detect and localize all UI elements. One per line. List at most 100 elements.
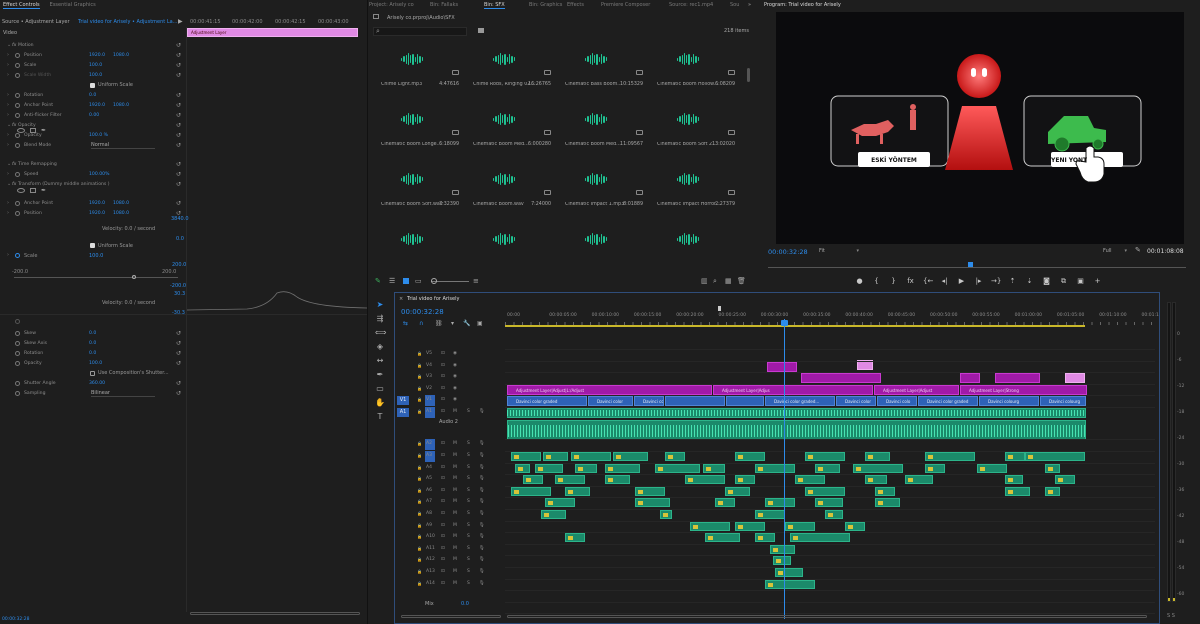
ec-row[interactable]: Skew Axis 0.0 ↺ xyxy=(0,338,185,348)
sync-lock-icon[interactable]: ⊡ xyxy=(441,557,445,562)
automate-icon[interactable]: ▥ xyxy=(701,277,708,285)
reset-icon[interactable]: ↺ xyxy=(176,52,181,59)
audio-clip[interactable] xyxy=(543,452,568,462)
comparison-icon[interactable]: ⧉ xyxy=(1059,277,1068,285)
solo-icon[interactable]: S xyxy=(467,409,470,414)
audio-clip[interactable] xyxy=(541,510,566,520)
audio-clip[interactable] xyxy=(1005,475,1023,485)
tab-essential-graphics[interactable]: Essential Graphics xyxy=(50,2,96,8)
export-frame-icon[interactable]: ◙ xyxy=(1042,277,1051,285)
property-value[interactable]: 1920.0 xyxy=(89,103,105,108)
type-tool-icon[interactable]: T xyxy=(375,412,385,422)
mute-icon[interactable]: M xyxy=(453,476,457,481)
mute-icon[interactable]: M xyxy=(453,534,457,539)
audio-clip[interactable] xyxy=(1025,452,1085,462)
meter-foot[interactable]: S S xyxy=(1167,613,1175,619)
chevron-right-icon[interactable]: › xyxy=(7,210,9,216)
selection-tool-icon[interactable]: ➤ xyxy=(375,300,385,310)
audio-clip[interactable] xyxy=(1005,452,1025,462)
quality-dropdown[interactable]: Full ▾ xyxy=(1103,248,1127,256)
audio-clip[interactable] xyxy=(705,533,740,543)
audio-clip[interactable] xyxy=(725,486,750,496)
linked-selection-icon[interactable]: ⛓ xyxy=(435,320,443,327)
lock-icon[interactable]: 🔒 xyxy=(417,409,422,414)
stopwatch-icon[interactable] xyxy=(15,340,20,346)
timeline-hscroll[interactable] xyxy=(507,615,1147,618)
scale-value[interactable]: 100.0 xyxy=(89,253,103,259)
ec-row[interactable]: Sampling Bilinear ↺ xyxy=(0,388,185,398)
adjustment-clip[interactable]: Adjustment Layer|Adjus xyxy=(713,384,873,395)
fx-icon[interactable]: fx xyxy=(12,43,16,48)
audio-clip[interactable] xyxy=(925,463,945,473)
ellipse-mask-icon[interactable] xyxy=(17,188,25,193)
slip-tool-icon[interactable]: ↔ xyxy=(375,356,385,366)
reset-icon[interactable]: ↺ xyxy=(176,200,181,207)
voiceover-mic-icon[interactable]: 🎙 xyxy=(479,465,485,470)
property-value[interactable]: 100.0 xyxy=(89,73,102,78)
sync-lock-icon[interactable]: ⊡ xyxy=(441,441,445,446)
source-patch[interactable]: A1 xyxy=(397,408,409,417)
new-folder-icon[interactable] xyxy=(478,28,484,33)
step-back-icon[interactable]: ◂| xyxy=(940,277,949,285)
audio-clip[interactable] xyxy=(765,579,815,589)
reset-icon[interactable]: ↺ xyxy=(176,380,181,387)
rectangle-mask-icon[interactable] xyxy=(30,128,36,133)
property-value-2[interactable]: 1080.0 xyxy=(113,201,129,206)
chevron-right-icon[interactable]: › xyxy=(7,102,9,108)
solo-icon[interactable]: S xyxy=(467,476,470,481)
graphic-clip[interactable] xyxy=(1065,373,1085,384)
audio-clip[interactable] xyxy=(511,452,541,462)
property-value[interactable]: 0.0 xyxy=(89,331,96,336)
audio-clip[interactable] xyxy=(795,475,825,485)
audio-clip[interactable] xyxy=(735,475,755,485)
voiceover-mic-icon[interactable]: 🎙 xyxy=(479,557,485,562)
chevron-right-icon[interactable]: › xyxy=(7,72,9,78)
solo-icon[interactable]: S xyxy=(467,581,470,586)
reset-icon[interactable]: ↺ xyxy=(176,102,181,109)
hand-tool-icon[interactable]: ✋ xyxy=(375,398,385,408)
sync-lock-icon[interactable]: ⊡ xyxy=(441,363,445,368)
audio-clip[interactable] xyxy=(660,510,672,520)
find-icon[interactable]: ⌕ xyxy=(713,277,717,286)
voiceover-mic-icon[interactable]: 🎙 xyxy=(479,476,485,481)
audio-clip[interactable] xyxy=(775,568,803,578)
voiceover-mic-icon[interactable]: 🎙 xyxy=(479,453,485,458)
reset-icon[interactable]: ↺ xyxy=(176,360,181,367)
media-item[interactable]: Cinematic Boom Med... 6:000280 xyxy=(469,100,551,155)
chevron-down-icon[interactable]: ⌄ xyxy=(7,161,11,167)
tab-effect-controls[interactable]: Effect Controls xyxy=(3,2,40,9)
property-value[interactable]: 0.00 xyxy=(89,113,99,118)
video-clip[interactable]: Davinci colo xyxy=(877,396,917,407)
lock-icon[interactable]: 🔒 xyxy=(417,511,422,516)
mute-icon[interactable]: M xyxy=(453,409,457,414)
voiceover-mic-icon[interactable]: 🎙 xyxy=(479,534,485,539)
pen-mask-icon[interactable]: ✒ xyxy=(41,187,46,194)
ec-row[interactable]: ⌄ fx Time Remapping ↺ xyxy=(0,159,185,169)
lock-icon[interactable]: 🔒 xyxy=(417,557,422,562)
audio-clip[interactable] xyxy=(703,463,725,473)
mute-icon[interactable]: M xyxy=(453,499,457,504)
timeline-close-icon[interactable]: × xyxy=(399,296,403,302)
video-clip[interactable] xyxy=(726,396,764,407)
audio-clip[interactable] xyxy=(655,463,700,473)
sampling-dropdown[interactable]: Bilinear xyxy=(91,390,155,397)
sync-lock-icon[interactable]: ⊡ xyxy=(441,476,445,481)
lock-icon[interactable]: 🔒 xyxy=(417,546,422,551)
ec-row[interactable]: Skew 0.0 ↺ xyxy=(0,328,185,338)
lock-icon[interactable]: 🔒 xyxy=(417,499,422,504)
project-tab[interactable]: Bin: Graphics xyxy=(529,2,562,8)
audio-clip[interactable] xyxy=(770,544,795,554)
zoom-thumb[interactable] xyxy=(431,278,437,284)
ec-row[interactable]: Uniform Scale xyxy=(0,80,185,90)
in-point-icon[interactable]: { xyxy=(872,277,881,285)
video-clip[interactable]: Davinci color xyxy=(588,396,633,407)
audio-clip-a2[interactable] xyxy=(507,419,1086,440)
timeline-scrollbar[interactable] xyxy=(401,615,501,618)
stopwatch-icon[interactable] xyxy=(15,171,20,177)
mute-icon[interactable]: M xyxy=(453,569,457,574)
video-clip[interactable] xyxy=(665,396,725,407)
audio-clip[interactable] xyxy=(905,475,933,485)
checkbox[interactable] xyxy=(90,82,95,88)
scale-slider-track[interactable] xyxy=(14,277,178,278)
reset-icon[interactable]: ↺ xyxy=(176,92,181,99)
